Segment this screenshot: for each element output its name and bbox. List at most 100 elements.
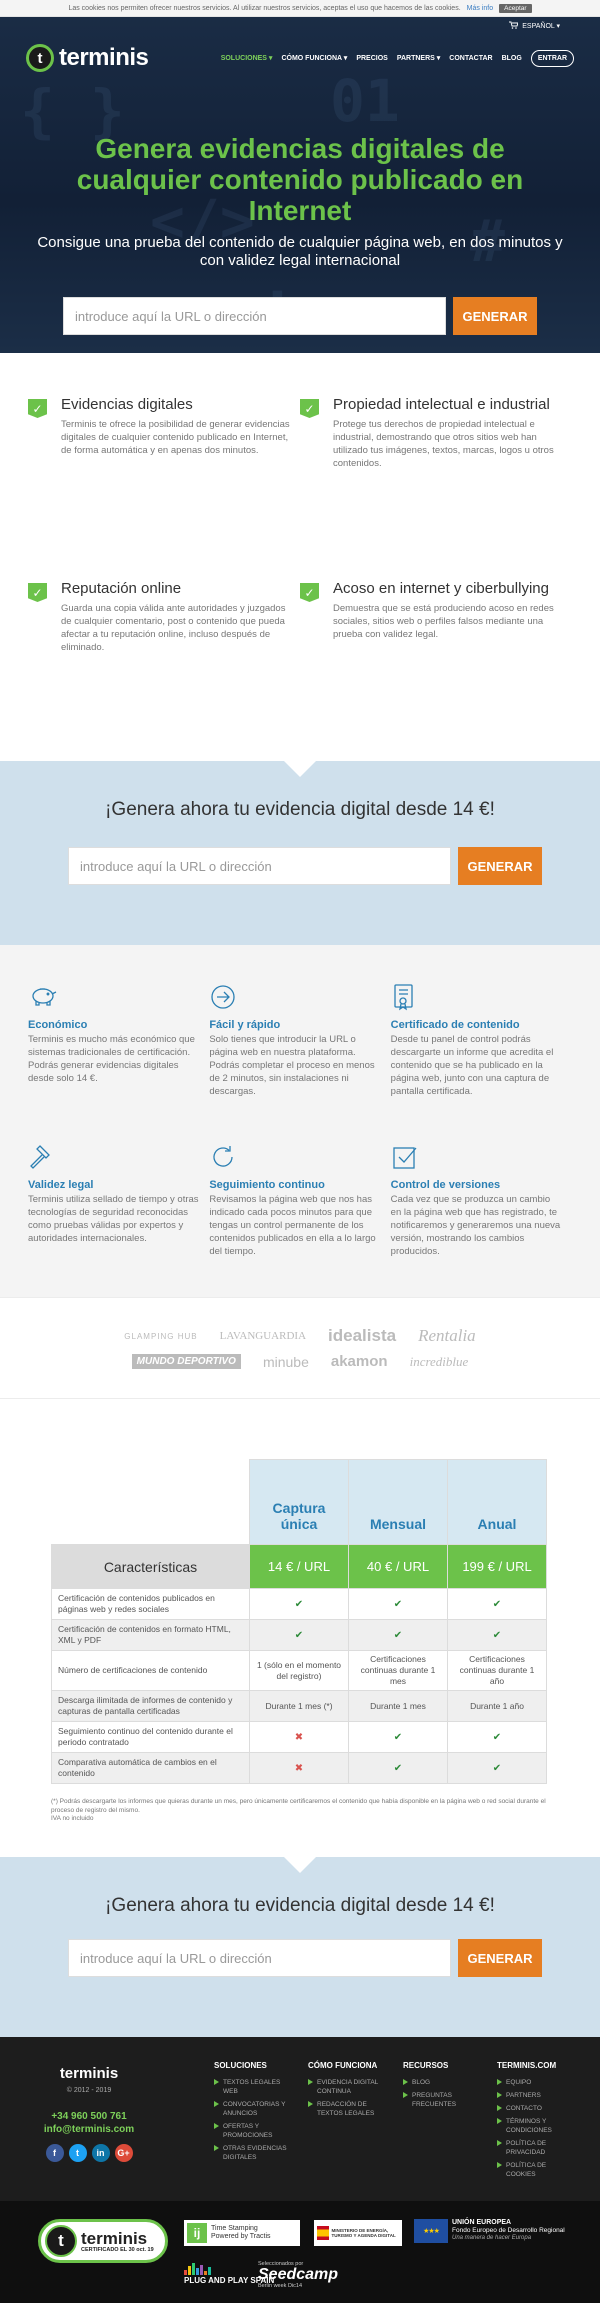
benefit-title: Fácil y rápido — [209, 1019, 281, 1031]
eu-fund: Fondo Europeo de Desarrollo Regional — [452, 2226, 565, 2234]
section-notch — [284, 761, 316, 777]
plan-price[interactable]: 40 € / URL — [348, 1544, 448, 1589]
benefits-section: Económico Terminis es mucho más económico… — [0, 945, 600, 1297]
client-logos-row-1: GLAMPING HUB LAVANGUARDIA idealista Rent… — [0, 1326, 600, 1346]
client-logo: MUNDO DEPORTIVO — [131, 1354, 241, 1369]
nav-item-contactar[interactable]: CONTACTAR — [449, 55, 492, 62]
googleplus-icon[interactable]: G+ — [114, 2144, 133, 2162]
footer-link[interactable]: POLÍTICA DE PRIVACIDAD — [497, 2139, 561, 2157]
topbar: ESPAÑOL ▾ — [509, 17, 560, 34]
footer-link[interactable]: TEXTOS LEGALES WEB — [214, 2078, 292, 2096]
cookie-more-link[interactable]: Más info — [467, 5, 493, 12]
language-selector[interactable]: ESPAÑOL ▾ — [522, 22, 560, 30]
footer-link[interactable]: EVIDENCIA DIGITAL CONTINUA — [308, 2078, 390, 2096]
seedcamp-post: Berlin week Dic14 — [258, 2283, 303, 2289]
table-row: Certificación de contenidos en formato H… — [51, 1619, 547, 1651]
client-logos-row-2: MUNDO DEPORTIVO minube akamon incrediblu… — [0, 1353, 600, 1370]
footer-phone[interactable]: +34 960 500 761 — [34, 2111, 144, 2122]
benefit-title: Validez legal — [28, 1179, 94, 1191]
feature-title: Acoso en internet y ciberbullying — [333, 580, 549, 597]
check-icon: ✓ — [300, 583, 319, 602]
footer-link[interactable]: CONTACTO — [497, 2104, 561, 2113]
benefit-item: Control de versiones Cada vez que se prod… — [391, 1143, 572, 1303]
cta-generate-button[interactable]: GENERAR — [458, 847, 542, 885]
cross-icon: ✖ — [249, 1752, 349, 1784]
seedcamp-badge: Seleccionados por Seedcamp Berlin week D… — [258, 2261, 338, 2289]
footer-logo[interactable]: terminis — [34, 2065, 144, 2082]
cta-section-bottom: ¡Genera ahora tu evidencia digital desde… — [0, 1857, 600, 2037]
footer-column: SOLUCIONES TEXTOS LEGALES WEB CONVOCATORIA… — [214, 2061, 292, 2166]
pricing-note: (*) Podrás descargarte los informes que … — [51, 1798, 551, 1824]
footer-link[interactable]: POLÍTICA DE COOKIES — [497, 2161, 561, 2179]
plan-name: Captura única — [249, 1459, 349, 1545]
hero: { } </> 01 # ; ESPAÑOL ▾ t terminis SOLU… — [0, 17, 600, 353]
footer-link[interactable]: PREGUNTAS FRECUENTES — [403, 2091, 475, 2109]
table-blank-cell — [51, 1459, 250, 1545]
footer-column: CÓMO FUNCIONA EVIDENCIA DIGITAL CONTINUA R… — [308, 2061, 390, 2122]
plan-price[interactable]: 199 € / URL — [447, 1544, 547, 1589]
twitter-icon[interactable]: t — [68, 2144, 87, 2162]
nav-item-partners[interactable]: PARTNERS ▾ — [397, 54, 440, 62]
feature-item: ✓ Evidencias digitales Terminis te ofrece … — [28, 393, 300, 515]
nav-item-blog[interactable]: BLOG — [502, 55, 522, 62]
table-row: Comparativa automática de cambios en el … — [51, 1752, 547, 1784]
social-links: f t in G+ — [34, 2144, 144, 2162]
benefit-item: Económico Terminis es mucho más económico… — [28, 983, 209, 1143]
nav-item-precios[interactable]: PRECIOS — [356, 55, 388, 62]
row-label: Número de certificaciones de contenido — [51, 1650, 250, 1691]
footer-link[interactable]: TÉRMINOS Y CONDICIONES — [497, 2117, 561, 2135]
timestamp-line-2: Powered by Tractis — [211, 2233, 271, 2240]
footer-link[interactable]: PARTNERS — [497, 2091, 561, 2100]
row-label: Descarga ilimitada de informes de conten… — [51, 1690, 250, 1722]
hero-subtitle: Consigue una prueba del contenido de cua… — [37, 234, 563, 269]
nav-links: SOLUCIONES ▾ CÓMO FUNCIONA ▾ PRECIOS PARTNE… — [221, 49, 574, 67]
section-notch — [284, 1857, 316, 1873]
footer-email[interactable]: info@terminis.com — [34, 2124, 144, 2135]
pricing-footnote: (*) Podrás descargarte los informes que … — [51, 1798, 546, 1814]
cta-bottom-generate-button[interactable]: GENERAR — [458, 1939, 542, 1977]
nav-item-soluciones[interactable]: SOLUCIONES ▾ — [221, 54, 273, 62]
nav-item-c-mo-funciona[interactable]: CÓMO FUNCIONA ▾ — [281, 54, 347, 62]
login-button[interactable]: ENTRAR — [530, 49, 574, 67]
chevron-down-icon: ▾ — [434, 55, 441, 62]
site-logo[interactable]: t terminis — [26, 44, 149, 72]
table-row: Número de certificaciones de contenido 1 … — [51, 1650, 547, 1691]
pricing-rows: Certificación de contenidos publicados e… — [51, 1588, 547, 1784]
cta-bottom-url-input[interactable]: introduce aquí la URL o dirección — [68, 1939, 451, 1977]
check-icon: ✔ — [447, 1752, 547, 1784]
plan-price[interactable]: 14 € / URL — [249, 1544, 349, 1589]
cta-url-input[interactable]: introduce aquí la URL o dirección — [68, 847, 451, 885]
linkedin-icon[interactable]: in — [91, 2144, 110, 2162]
vat-note: IVA no incluido — [51, 1815, 94, 1822]
footer-link[interactable]: BLOG — [403, 2078, 475, 2087]
logo-mark: t — [26, 44, 54, 72]
hero-generate-button[interactable]: GENERAR — [453, 297, 537, 335]
footer-link[interactable]: OFERTAS Y PROMOCIONES — [214, 2122, 292, 2140]
footer-link[interactable]: CONVOCATORIAS Y ANUNCIOS — [214, 2100, 292, 2118]
table-row: Seguimiento continuo del contenido duran… — [51, 1721, 547, 1753]
features-header: Características — [51, 1544, 250, 1589]
table-row: Certificación de contenidos publicados e… — [51, 1588, 547, 1620]
facebook-icon[interactable]: f — [45, 2144, 64, 2162]
check-icon: ✔ — [348, 1752, 448, 1784]
logo-mark: t — [45, 2225, 77, 2257]
timestamp-badge: ij Time Stamping Powered by Tractis — [184, 2220, 300, 2246]
certified-badge[interactable]: t terminis CERTIFICADO EL 30 oct. 19 — [38, 2219, 168, 2263]
footer-link[interactable]: REDACCIÓN DE TEXTOS LEGALES — [308, 2100, 390, 2118]
benefit-text: Terminis utiliza sellado de tiempo y otr… — [28, 1194, 199, 1244]
check-icon: ✔ — [249, 1588, 349, 1620]
client-logo: incrediblue — [409, 1353, 469, 1369]
row-value: Certificaciones continuas durante 1 año — [447, 1650, 547, 1691]
cart-icon[interactable] — [509, 21, 519, 31]
feature-text: Demuestra que se está produciendo acoso … — [333, 603, 554, 640]
footer-link[interactable]: OTRAS EVIDENCIAS DIGITALES — [214, 2144, 292, 2162]
certificate-icon — [391, 983, 421, 1013]
client-logo: idealista — [328, 1326, 397, 1345]
footer-link[interactable]: EQUIPO — [497, 2078, 561, 2087]
benefit-title: Económico — [28, 1019, 88, 1031]
feature-item: ✓ Acoso en internet y ciberbullying Demues… — [300, 577, 572, 699]
cookie-accept-button[interactable]: Aceptar — [499, 3, 532, 13]
hero-url-input[interactable]: introduce aquí la URL o dirección — [63, 297, 446, 335]
badges-section: t terminis CERTIFICADO EL 30 oct. 19 ij … — [0, 2201, 600, 2303]
feature-item: ✓ Propiedad intelectual e industrial Prote… — [300, 393, 572, 515]
